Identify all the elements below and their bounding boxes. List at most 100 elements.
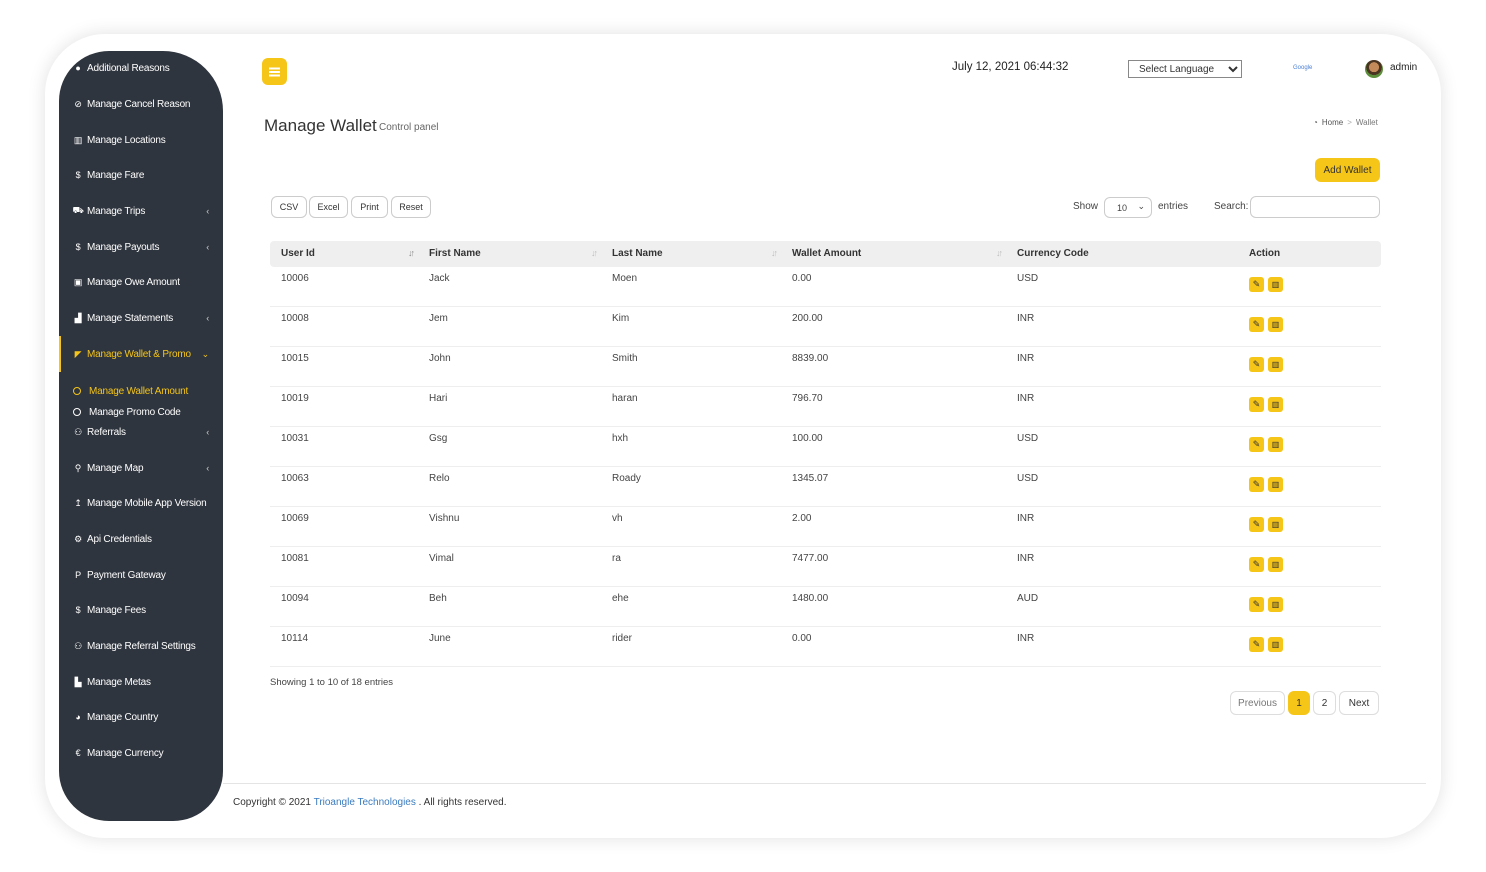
trash-icon: ▥	[1271, 480, 1280, 489]
cell-user-id: 10063	[281, 473, 309, 484]
delete-button[interactable]: ▥	[1268, 317, 1283, 332]
language-select[interactable]: Select Language	[1128, 60, 1242, 78]
cell-last-name: haran	[612, 393, 638, 404]
sidebar-item-api-credentials[interactable]: ⚙ Api Credentials	[59, 527, 223, 551]
edit-button[interactable]: ✎	[1249, 437, 1264, 452]
sort-icon[interactable]: ↓↑	[996, 248, 1003, 258]
sidebar-item-manage-trips[interactable]: ⛟ Manage Trips ‹	[59, 199, 223, 223]
column-header-first-name[interactable]: First Name	[429, 248, 481, 259]
chevron-left-icon: ‹	[206, 463, 209, 473]
sidebar-subitem-manage-promo-code[interactable]: Manage Promo Code	[73, 403, 181, 421]
chevron-left-icon: ‹	[206, 313, 209, 323]
cell-user-id: 10006	[281, 273, 309, 284]
rights-text: . All rights reserved.	[418, 797, 507, 808]
sidebar-item-manage-map[interactable]: ⚲ Manage Map ‹	[59, 456, 223, 480]
sidebar-item-payment-gateway[interactable]: P Payment Gateway	[59, 563, 223, 587]
search-input[interactable]	[1250, 196, 1380, 218]
edit-button[interactable]: ✎	[1249, 517, 1264, 532]
sort-icon[interactable]: ↓↑	[591, 248, 598, 258]
circle-icon	[73, 408, 81, 416]
edit-button[interactable]: ✎	[1249, 597, 1264, 612]
edit-button[interactable]: ✎	[1249, 637, 1264, 652]
edit-button[interactable]: ✎	[1249, 277, 1264, 292]
edit-button[interactable]: ✎	[1249, 557, 1264, 572]
delete-button[interactable]: ▥	[1268, 517, 1283, 532]
sort-icon[interactable]: ↓↑	[771, 248, 778, 258]
sidebar-item-additional-reasons[interactable]: ● Additional Reasons	[59, 56, 223, 80]
cell-user-id: 10114	[281, 633, 309, 644]
delete-button[interactable]: ▥	[1268, 637, 1283, 652]
table-header: User Id ↓↑ First Name ↓↑ Last Name ↓↑ Wa…	[270, 241, 1381, 267]
menu-toggle-button[interactable]	[262, 58, 287, 85]
previous-page-button[interactable]: Previous	[1230, 691, 1285, 715]
edit-button[interactable]: ✎	[1249, 357, 1264, 372]
sidebar-item-manage-country[interactable]: ◕ Manage Country	[59, 705, 223, 729]
sidebar-item-label: Manage Mobile App Version	[87, 497, 207, 509]
delete-button[interactable]: ▥	[1268, 437, 1283, 452]
edit-button[interactable]: ✎	[1249, 477, 1264, 492]
delete-button[interactable]: ▥	[1268, 277, 1283, 292]
sidebar-item-manage-payouts[interactable]: $ Manage Payouts ‹	[59, 235, 223, 259]
sidebar-item-manage-metas[interactable]: ▙ Manage Metas	[59, 670, 223, 694]
reset-button[interactable]: Reset	[391, 196, 431, 218]
delete-button[interactable]: ▥	[1268, 397, 1283, 412]
sidebar-item-manage-referral-settings[interactable]: ⚇ Manage Referral Settings	[59, 634, 223, 658]
sidebar-item-manage-wallet-promo[interactable]: ◤ Manage Wallet & Promo ⌄	[59, 336, 223, 372]
money-icon: ▣	[73, 276, 83, 287]
euro-icon: €	[75, 748, 81, 758]
cell-wallet-amount: 1345.07	[792, 473, 829, 484]
sidebar-item-manage-owe-amount[interactable]: ▣ Manage Owe Amount	[59, 270, 223, 294]
cell-currency-code: USD	[1017, 433, 1039, 444]
sidebar-item-manage-currency[interactable]: € Manage Currency	[59, 741, 223, 765]
delete-button[interactable]: ▥	[1268, 357, 1283, 372]
cell-first-name: John	[429, 353, 451, 364]
add-wallet-button[interactable]: Add Wallet	[1315, 158, 1380, 182]
cell-last-name: Kim	[612, 313, 630, 324]
sidebar-item-referrals[interactable]: ⚇ Referrals ‹	[59, 420, 223, 444]
column-header-wallet-amount[interactable]: Wallet Amount	[792, 248, 861, 259]
column-header-user-id[interactable]: User Id	[281, 248, 315, 259]
cell-currency-code: USD	[1017, 473, 1039, 484]
cell-user-id: 10008	[281, 313, 309, 324]
cell-wallet-amount: 100.00	[792, 433, 823, 444]
sidebar-subitem-manage-wallet-amount[interactable]: Manage Wallet Amount	[73, 382, 188, 400]
globe-icon: ◕	[75, 712, 81, 722]
delete-button[interactable]: ▥	[1268, 557, 1283, 572]
next-page-button[interactable]: Next	[1339, 691, 1379, 715]
cell-last-name: rider	[612, 633, 633, 644]
column-header-currency-code[interactable]: Currency Code	[1017, 248, 1089, 259]
table-row: 10069 Vishnu vh 2.00 INR ✎ ▥	[270, 507, 1381, 547]
cell-first-name: Beh	[429, 593, 447, 604]
sidebar-item-label: Manage Currency	[87, 747, 164, 759]
breadcrumb: ◔ Home > Wallet	[1313, 118, 1378, 127]
page-2-button[interactable]: 2	[1313, 691, 1336, 715]
ban-icon: ⊘	[74, 98, 82, 109]
cell-user-id: 10019	[281, 393, 309, 404]
edit-button[interactable]: ✎	[1249, 317, 1264, 332]
avatar[interactable]	[1365, 60, 1383, 78]
pencil-icon: ✎	[1252, 639, 1261, 649]
page-length-select[interactable]: 10 ⌄	[1104, 197, 1152, 218]
print-button[interactable]: Print	[351, 196, 388, 218]
sidebar-item-manage-locations[interactable]: ▥ Manage Locations	[59, 128, 223, 152]
sidebar-item-label: Manage Locations	[87, 134, 166, 146]
breadcrumb-separator: >	[1347, 118, 1352, 127]
delete-button[interactable]: ▥	[1268, 597, 1283, 612]
page-1-button[interactable]: 1	[1288, 691, 1310, 715]
edit-button[interactable]: ✎	[1249, 397, 1264, 412]
sidebar-item-manage-fare[interactable]: $ Manage Fare	[59, 163, 223, 187]
sidebar-item-manage-cancel-reason[interactable]: ⊘ Manage Cancel Reason	[59, 92, 223, 116]
sidebar-item-manage-mobile-app-version[interactable]: ↥ Manage Mobile App Version	[59, 491, 223, 515]
company-link[interactable]: Trioangle Technologies	[314, 797, 416, 808]
sidebar-item-manage-fees[interactable]: $ Manage Fees	[59, 598, 223, 622]
excel-button[interactable]: Excel	[309, 196, 348, 218]
map-icon: ▥	[73, 134, 83, 145]
delete-button[interactable]: ▥	[1268, 477, 1283, 492]
csv-button[interactable]: CSV	[271, 196, 307, 218]
bar-chart-icon: ▙	[74, 676, 82, 687]
breadcrumb-home[interactable]: Home	[1322, 118, 1343, 127]
sidebar-item-manage-statements[interactable]: ▟ Manage Statements ‹	[59, 306, 223, 330]
column-header-last-name[interactable]: Last Name	[612, 248, 663, 259]
sort-asc-icon[interactable]: ↓↑	[408, 248, 415, 258]
user-name[interactable]: admin	[1390, 62, 1417, 73]
